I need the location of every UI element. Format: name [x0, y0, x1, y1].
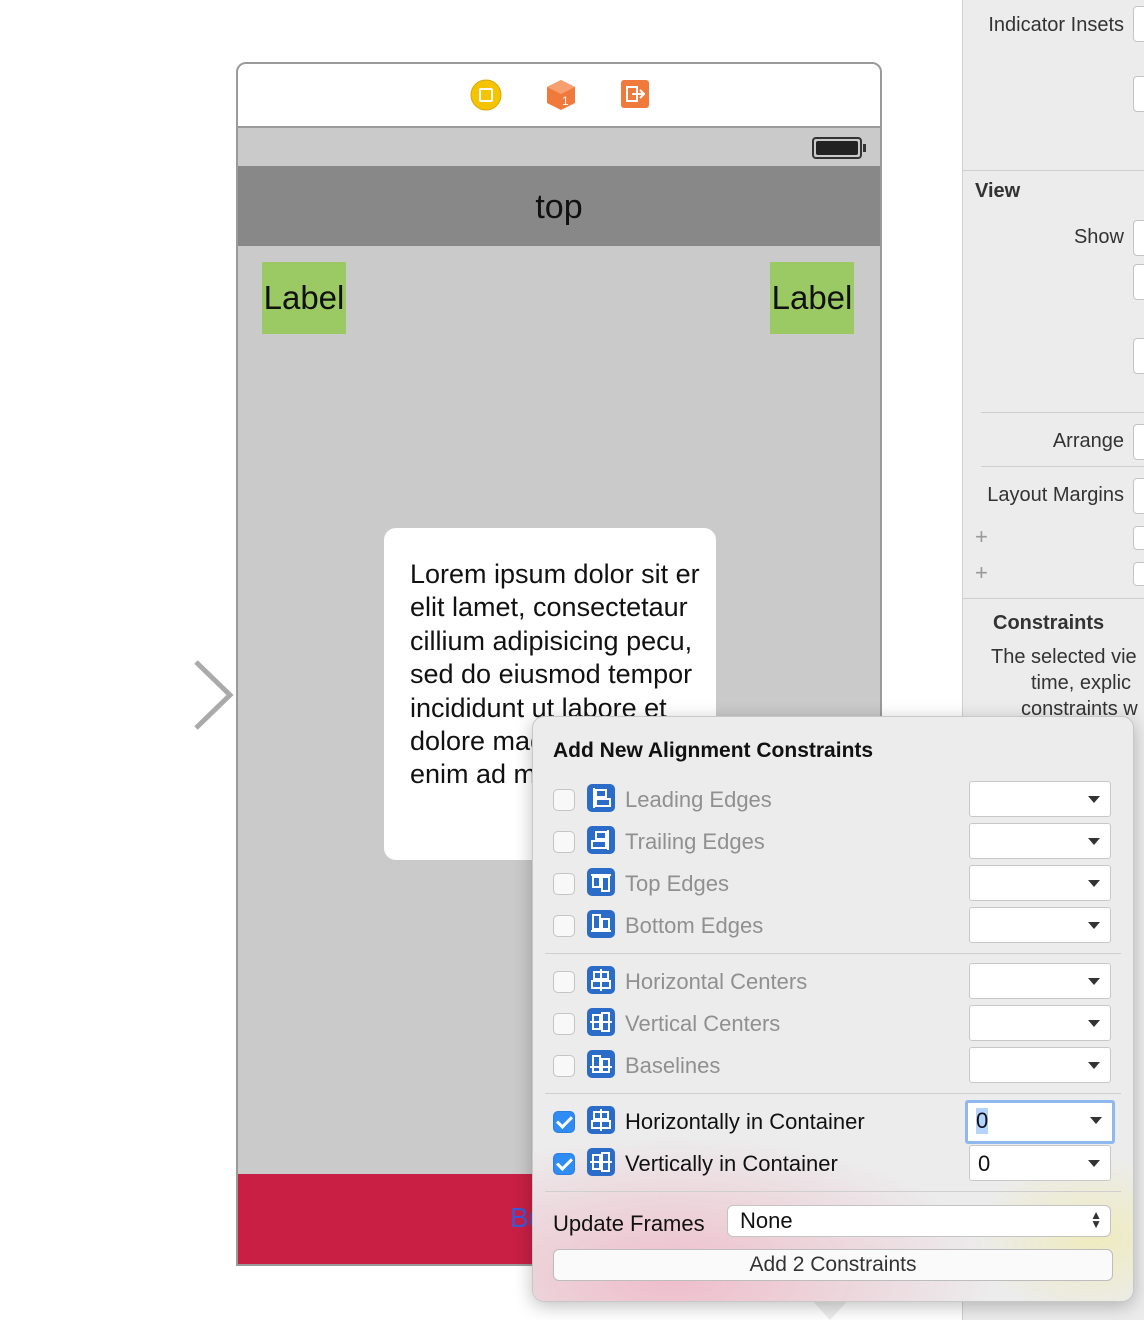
chevron-down-icon: [1088, 1062, 1100, 1069]
trailing-edges-label: Trailing Edges: [625, 829, 765, 854]
horizontal-centers-checkbox[interactable]: [553, 971, 575, 993]
vertically-in-container-checkbox[interactable]: [553, 1153, 575, 1175]
constraint-row-bottom-edges: Bottom Edges: [533, 907, 1133, 945]
chevron-down-icon: [1088, 1020, 1100, 1027]
first-responder-icon[interactable]: 1: [545, 78, 577, 112]
horizontally-in-container-icon: [587, 1106, 615, 1134]
bottom-edges-icon: [587, 910, 615, 938]
constraints-description-line: The selected vie: [991, 646, 1137, 668]
chevron-down-icon: [1088, 880, 1100, 887]
label-right[interactable]: Label: [770, 262, 854, 334]
leading-edges-icon: [587, 784, 615, 812]
trailing-edges-icon: [587, 826, 615, 854]
scene-dock: 1: [238, 64, 880, 128]
view-controller-icon[interactable]: [470, 79, 502, 111]
label-left[interactable]: Label: [262, 262, 346, 334]
checkbox-field[interactable]: [1133, 526, 1144, 550]
baselines-icon: [587, 1050, 615, 1078]
chevron-down-icon: [1088, 796, 1100, 803]
baselines-offset-combo[interactable]: [969, 1047, 1111, 1083]
constraint-row-leading-edges: Leading Edges: [533, 781, 1133, 819]
bottom-edges-offset-combo[interactable]: [969, 907, 1111, 943]
arrange-field[interactable]: [1133, 424, 1144, 460]
top-edges-icon: [587, 868, 615, 896]
vertical-centers-offset-combo[interactable]: [969, 1005, 1111, 1041]
constraints-description-line: time, explic: [1031, 672, 1132, 694]
add-constraints-button[interactable]: Add 2 Constraints: [553, 1249, 1113, 1281]
top-edges-offset-combo[interactable]: [969, 865, 1111, 901]
constraint-row-vertical-centers: Vertical Centers: [533, 1005, 1133, 1043]
checkbox-field-2[interactable]: [1133, 562, 1144, 586]
baselines-checkbox[interactable]: [553, 1055, 575, 1077]
constraint-row-top-edges: Top Edges: [533, 865, 1133, 903]
arrange-label: Arrange: [1052, 430, 1124, 452]
trailing-edges-checkbox[interactable]: [553, 831, 575, 853]
show-field[interactable]: [1133, 220, 1144, 256]
exit-icon[interactable]: [620, 79, 650, 109]
add-variation-button-2[interactable]: +: [975, 560, 988, 586]
leading-edges-checkbox[interactable]: [553, 789, 575, 811]
divider: [963, 598, 1144, 599]
divider: [981, 412, 1144, 413]
chevron-down-icon: [1088, 978, 1100, 985]
horizontal-centers-offset-combo[interactable]: [969, 963, 1111, 999]
chevron-down-icon: [1090, 1117, 1102, 1124]
nav-title: top: [535, 188, 583, 226]
constraint-row-baselines: Baselines: [533, 1047, 1133, 1085]
leading-edges-offset-combo[interactable]: [969, 781, 1111, 817]
chevron-down-icon: [1088, 922, 1100, 929]
constraints-section-header: Constraints: [993, 612, 1105, 634]
horizontally-in-container-label: Horizontally in Container: [625, 1109, 865, 1134]
vertically-in-container-label: Vertically in Container: [625, 1151, 838, 1176]
vertical-centers-icon: [587, 1008, 615, 1036]
divider: [545, 953, 1121, 954]
chevron-down-icon: [1088, 1160, 1100, 1167]
show-field-2[interactable]: [1133, 264, 1144, 300]
horizontal-centers-label: Horizontal Centers: [625, 969, 808, 994]
view-section-header: View: [975, 180, 1021, 202]
add-variation-button[interactable]: +: [975, 524, 988, 550]
up-down-chevron-icon: ▲ ▼: [1090, 1208, 1102, 1231]
update-frames-value: None: [740, 1208, 793, 1233]
alignment-constraints-popover: Add New Alignment Constraints Leading Ed…: [532, 716, 1134, 1302]
leading-edges-label: Leading Edges: [625, 787, 772, 812]
top-edges-checkbox[interactable]: [553, 873, 575, 895]
update-frames-label: Update Frames: [553, 1211, 705, 1236]
trailing-edges-offset-combo[interactable]: [969, 823, 1111, 859]
chevron-down-icon: [1088, 838, 1100, 845]
vertically-in-container-offset-combo[interactable]: 0: [969, 1145, 1111, 1181]
constraint-row-horizontally-in-container: Horizontally in Container 0: [533, 1100, 1133, 1144]
divider: [981, 466, 1144, 467]
update-frames-select[interactable]: None ▲ ▼: [727, 1205, 1111, 1237]
layout-margins-label: Layout Margins: [987, 484, 1124, 506]
top-navigation-bar: top: [238, 166, 880, 246]
constraint-row-trailing-edges: Trailing Edges: [533, 823, 1133, 861]
battery-icon: [812, 137, 866, 159]
indicator-insets-field-2[interactable]: [1133, 76, 1144, 112]
horizontally-in-container-checkbox[interactable]: [553, 1111, 575, 1133]
show-label: Show: [1073, 226, 1124, 248]
indicator-insets-label: Indicator Insets: [988, 14, 1124, 36]
horizontal-centers-icon: [587, 966, 615, 994]
bottom-edges-checkbox[interactable]: [553, 915, 575, 937]
popover-title: Add New Alignment Constraints: [553, 739, 874, 762]
constraint-row-horizontal-centers: Horizontal Centers: [533, 963, 1133, 1001]
indicator-insets-field[interactable]: [1133, 6, 1144, 42]
bottom-edges-label: Bottom Edges: [625, 913, 764, 938]
show-field-3[interactable]: [1133, 338, 1144, 374]
svg-text:1: 1: [562, 94, 569, 108]
divider: [545, 1093, 1121, 1094]
divider: [545, 1191, 1121, 1192]
baselines-label: Baselines: [625, 1053, 721, 1078]
vertical-centers-label: Vertical Centers: [625, 1011, 781, 1036]
vertically-in-container-icon: [587, 1148, 615, 1176]
top-edges-label: Top Edges: [625, 871, 729, 896]
horizontally-in-container-offset-combo[interactable]: 0: [965, 1100, 1115, 1144]
constraint-row-vertically-in-container: Vertically in Container 0: [533, 1145, 1133, 1183]
divider: [963, 170, 1144, 171]
layout-margins-field[interactable]: [1133, 478, 1144, 514]
vertical-centers-checkbox[interactable]: [553, 1013, 575, 1035]
initial-view-controller-arrow-icon: [36, 660, 234, 730]
